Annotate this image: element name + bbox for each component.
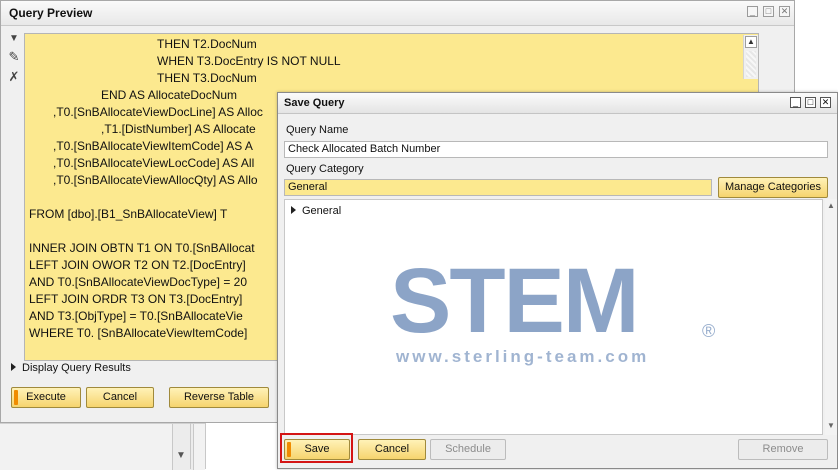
code-scrollbar[interactable]: ▲ <box>743 35 758 79</box>
code-line: WHEN T3.DocEntry IS NOT NULL <box>157 54 341 68</box>
minimize-icon[interactable]: _ <box>747 6 758 17</box>
maximize-icon[interactable]: □ <box>763 6 774 17</box>
remove-button[interactable]: Remove <box>738 439 828 460</box>
tools-icon[interactable]: ✗ <box>6 69 22 85</box>
cancel-button[interactable]: Cancel <box>86 387 154 408</box>
expand-arrow-icon <box>11 363 16 371</box>
background-panel: ▼ <box>0 423 205 470</box>
code-line: ,T0.[SnBAllocateViewItemCode] AS A <box>53 139 253 153</box>
scroll-up-icon[interactable]: ▲ <box>745 36 757 48</box>
code-line: INNER JOIN OBTN T1 ON T0.[SnBAllocat <box>29 241 255 255</box>
expand-arrow-icon <box>291 206 296 214</box>
save-query-dialog: Save Query _ □ ✕ Query Name Check Alloca… <box>277 92 838 469</box>
code-line: ,T0.[SnBAllocateViewLocCode] AS All <box>53 156 255 170</box>
close-icon[interactable]: ✕ <box>820 97 831 108</box>
code-line: LEFT JOIN OWOR T2 ON T2.[DocEntry] <box>29 258 246 272</box>
cancel-button[interactable]: Cancel <box>358 439 426 460</box>
execute-button[interactable]: Execute <box>11 387 81 408</box>
scroll-down-icon[interactable]: ▼ <box>176 450 186 461</box>
code-line: AND T0.[SnBAllocateViewDocType] = 20 <box>29 275 248 289</box>
divider <box>205 423 206 469</box>
tree-item-general[interactable]: General <box>291 205 341 217</box>
query-preview-titlebar: Query Preview _ □ ✕ <box>1 1 794 26</box>
manage-categories-button[interactable]: Manage Categories <box>718 177 828 198</box>
save-query-titlebar: Save Query _ □ ✕ <box>278 93 837 114</box>
tree-item-label: General <box>302 205 342 217</box>
code-line: ,T1.[DistNumber] AS Allocate <box>101 122 256 136</box>
code-line: ,T0.[SnBAllocateViewDocLine] AS Alloc <box>53 105 263 119</box>
code-line: THEN T3.DocNum <box>157 71 257 85</box>
pencil-icon[interactable]: ✎ <box>6 49 22 65</box>
dropdown-arrow-icon[interactable]: ▼ <box>6 31 22 47</box>
code-line: END AS AllocateDocNum <box>101 88 238 102</box>
dialog-title: Save Query <box>284 97 345 109</box>
window-title: Query Preview <box>9 6 93 20</box>
code-line: WHERE T0. [SnBAllocateViewItemCode] <box>29 326 248 340</box>
schedule-button[interactable]: Schedule <box>430 439 506 460</box>
minimize-icon[interactable]: _ <box>790 97 801 108</box>
query-category-field[interactable]: General <box>284 179 712 196</box>
code-line: FROM [dbo].[B1_SnBAllocateView] T <box>29 207 228 221</box>
scrollbar-track[interactable] <box>746 51 756 77</box>
scroll-down-icon[interactable]: ▼ <box>827 421 835 430</box>
divider <box>190 423 191 469</box>
tree-scrollbar[interactable]: ▲ ▼ <box>825 199 837 435</box>
code-line: LEFT JOIN ORDR T3 ON T3.[DocEntry] <box>29 292 243 306</box>
code-line: THEN T2.DocNum <box>157 37 257 51</box>
maximize-icon[interactable]: □ <box>805 97 816 108</box>
display-query-results-toggle[interactable]: Display Query Results <box>11 362 131 374</box>
query-name-label: Query Name <box>286 124 349 136</box>
code-line: ,T0.[SnBAllocateViewAllocQty] AS Allo <box>53 173 258 187</box>
reverse-table-button[interactable]: Reverse Table <box>169 387 269 408</box>
scroll-up-icon[interactable]: ▲ <box>827 201 835 210</box>
query-name-field[interactable]: Check Allocated Batch Number <box>284 141 828 158</box>
code-line: AND T3.[ObjType] = T0.[SnBAllocateVie <box>29 309 243 323</box>
display-results-label: Display Query Results <box>22 362 131 374</box>
query-category-label: Query Category <box>286 163 364 175</box>
category-tree[interactable]: General <box>284 199 823 435</box>
save-button-highlight <box>280 433 353 463</box>
close-icon[interactable]: ✕ <box>779 6 790 17</box>
